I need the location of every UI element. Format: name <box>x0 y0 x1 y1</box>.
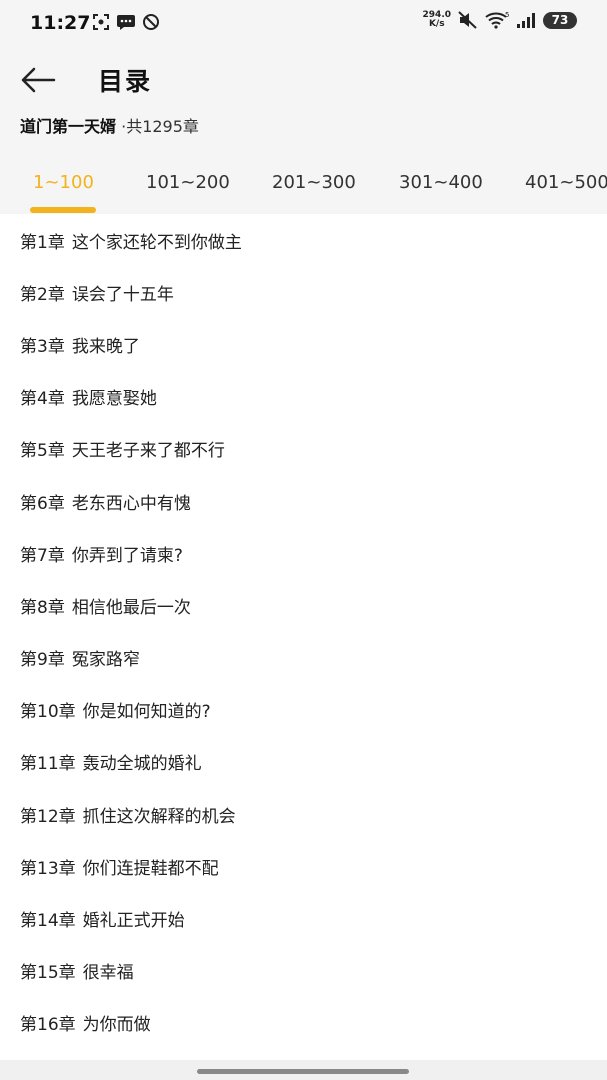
chapter-title: 老东西心中有愧 <box>71 493 191 514</box>
signal-icon <box>517 13 535 28</box>
chapter-item[interactable]: 第15章 很幸福 <box>0 945 607 997</box>
chapter-title: 相信他最后一次 <box>71 597 191 618</box>
mute-icon <box>458 11 477 29</box>
chapter-title: 我愿意娶她 <box>71 389 157 410</box>
chapter-title: 你是如何知道的? <box>82 702 211 723</box>
chapter-range-tabs: 1~100 101~200 201~300 301~400 401~500 <box>0 160 607 214</box>
tab-range-101-200[interactable]: 101~200 <box>146 172 230 193</box>
chapter-title: 婚礼正式开始 <box>82 911 185 932</box>
system-navigation-bar <box>0 1060 607 1080</box>
chapter-number: 第11章 <box>20 754 76 775</box>
home-gesture-bar[interactable] <box>197 1069 409 1074</box>
chapter-number: 第10章 <box>20 702 76 723</box>
page-title: 目录 <box>98 67 153 96</box>
chapter-item[interactable]: 第1章 这个家还轮不到你做主 <box>0 214 607 266</box>
blocked-icon <box>143 14 159 30</box>
chapter-number: 第13章 <box>20 858 76 879</box>
arrow-left-icon <box>21 67 56 93</box>
chapter-title: 天王老子来了都不行 <box>71 441 225 462</box>
chapter-number: 第9章 <box>20 650 65 671</box>
wifi-icon: 5 <box>485 11 509 29</box>
chapter-number: 第1章 <box>20 232 65 253</box>
network-speed-unit: K/s <box>428 19 445 29</box>
chapter-item[interactable]: 第3章 我来晚了 <box>0 318 607 370</box>
chapter-number: 第5章 <box>20 441 65 462</box>
chapter-title: 我来晚了 <box>71 336 140 357</box>
chapter-item[interactable]: 第6章 老东西心中有愧 <box>0 475 607 527</box>
tab-range-1-100[interactable]: 1~100 <box>33 172 94 193</box>
status-time: 11:27 <box>30 12 91 34</box>
tab-range-201-300[interactable]: 201~300 <box>272 172 356 193</box>
active-tab-indicator <box>30 207 96 213</box>
network-speed: 294.0 K/s <box>423 11 451 29</box>
screenshot-icon <box>93 14 109 30</box>
chapter-item[interactable]: 第12章 抓住这次解释的机会 <box>0 788 607 840</box>
chapter-title: 轰动全城的婚礼 <box>82 754 202 775</box>
chapter-number: 第2章 <box>20 284 65 305</box>
chapter-item[interactable]: 第2章 误会了十五年 <box>0 266 607 318</box>
chapter-title: 抓住这次解释的机会 <box>82 806 236 827</box>
header: 目录 <box>0 56 607 104</box>
chapter-item[interactable]: 第14章 婚礼正式开始 <box>0 892 607 944</box>
chapter-item[interactable]: 第9章 冤家路窄 <box>0 632 607 684</box>
chapter-item[interactable]: 第8章 相信他最后一次 <box>0 579 607 631</box>
chapter-title: 误会了十五年 <box>71 284 174 305</box>
chapter-item[interactable]: 第11章 轰动全城的婚礼 <box>0 736 607 788</box>
status-notification-icons <box>92 13 160 31</box>
chapter-item[interactable]: 第7章 你弄到了请柬? <box>0 527 607 579</box>
chapter-number: 第12章 <box>20 806 76 827</box>
chapter-number: 第7章 <box>20 545 65 566</box>
status-bar: 11:27 294.0 K/s 5 73 <box>0 0 607 46</box>
chapter-item[interactable]: 第10章 你是如何知道的? <box>0 684 607 736</box>
chapter-number: 第14章 <box>20 911 76 932</box>
book-info: 道门第一天婿 ·共1295章 <box>20 113 199 137</box>
chapter-item[interactable]: 第16章 为你而做 <box>0 997 607 1049</box>
chapter-title: 你们连提鞋都不配 <box>82 858 219 879</box>
chapter-title: 冤家路窄 <box>71 650 140 671</box>
chapter-item[interactable]: 第5章 天王老子来了都不行 <box>0 423 607 475</box>
svg-text:5: 5 <box>505 11 509 19</box>
tab-range-401-500[interactable]: 401~500 <box>525 172 607 193</box>
chapter-list: 第1章 这个家还轮不到你做主 第2章 误会了十五年 第3章 我来晚了 第4章 我愿意娶她… <box>0 214 607 1060</box>
chapter-item[interactable]: 第4章 我愿意娶她 <box>0 371 607 423</box>
tab-range-301-400[interactable]: 301~400 <box>399 172 483 193</box>
chapter-title: 很幸福 <box>82 963 134 984</box>
chapter-title: 这个家还轮不到你做主 <box>71 232 242 253</box>
chapter-count: ·共1295章 <box>116 117 199 136</box>
chapter-item[interactable]: 第13章 你们连提鞋都不配 <box>0 840 607 892</box>
chapter-number: 第16章 <box>20 1015 76 1036</box>
chapter-number: 第4章 <box>20 389 65 410</box>
chapter-number: 第6章 <box>20 493 65 514</box>
chapter-title: 你弄到了请柬? <box>71 545 183 566</box>
message-icon <box>117 15 135 30</box>
battery-indicator: 73 <box>543 11 577 29</box>
book-name: 道门第一天婿 <box>20 117 117 136</box>
back-button[interactable] <box>18 62 58 98</box>
chapter-number: 第3章 <box>20 336 65 357</box>
chapter-number: 第8章 <box>20 597 65 618</box>
chapter-title: 为你而做 <box>82 1015 151 1036</box>
status-system-icons: 294.0 K/s 5 73 <box>423 11 577 29</box>
chapter-number: 第15章 <box>20 963 76 984</box>
